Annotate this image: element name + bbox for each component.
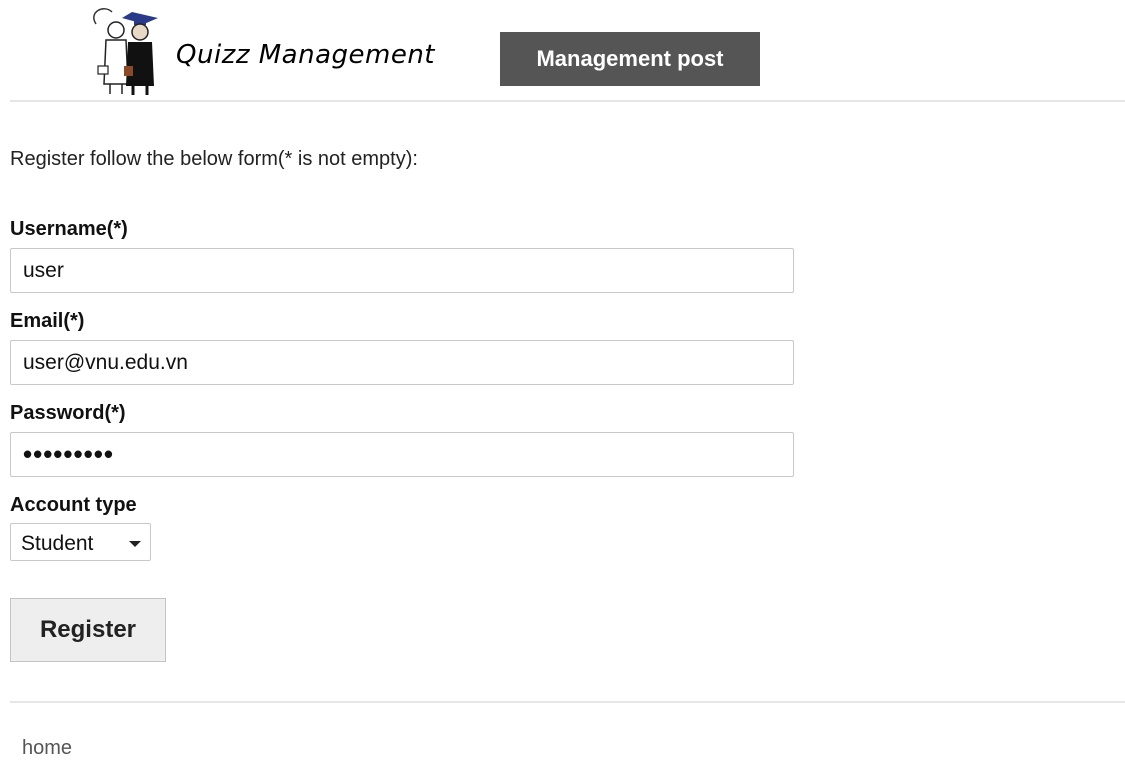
username-label: Username(*)	[10, 218, 128, 240]
home-link[interactable]: home	[22, 737, 72, 760]
email-label: Email(*)	[10, 310, 85, 332]
graduates-logo-icon	[93, 8, 158, 95]
account-type-select[interactable]: Student	[10, 523, 151, 561]
account-type-selected-value: Student	[21, 532, 94, 555]
header: Quizz Management Management post	[0, 0, 1125, 100]
email-input[interactable]	[10, 340, 794, 385]
password-label: Password(*)	[10, 402, 126, 424]
username-input[interactable]	[10, 248, 794, 293]
account-type-label: Account type	[10, 494, 137, 516]
footer-divider	[10, 701, 1125, 703]
form-intro-text: Register follow the below form(* is not …	[10, 148, 418, 170]
management-post-button[interactable]: Management post	[500, 32, 760, 86]
password-input[interactable]	[10, 432, 794, 477]
app-title: Quizz Management	[176, 40, 435, 70]
register-button[interactable]: Register	[10, 598, 166, 662]
caret-down-icon	[129, 541, 141, 547]
header-divider	[10, 100, 1125, 102]
